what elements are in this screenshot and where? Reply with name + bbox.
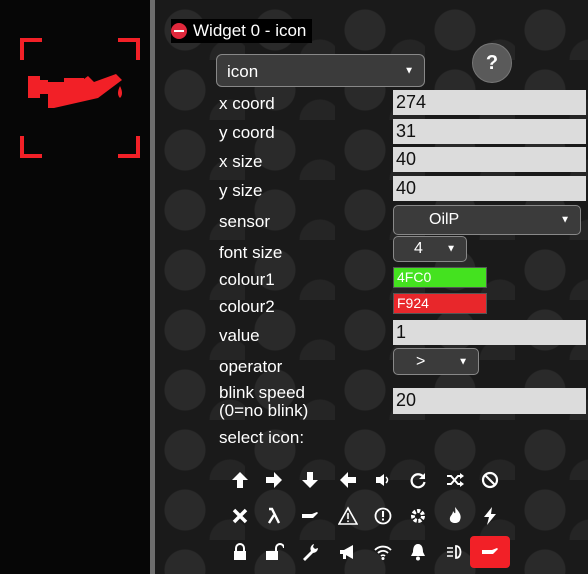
shuffle-icon[interactable] xyxy=(440,467,470,493)
chevron-down-icon: ▼ xyxy=(446,243,456,255)
arrow-down-icon[interactable] xyxy=(295,467,325,493)
x-coord-label: x coord xyxy=(219,94,275,113)
warning-icon[interactable] xyxy=(333,503,363,529)
ban-icon[interactable] xyxy=(475,467,505,493)
colour1-label: colour1 xyxy=(219,270,275,289)
widget-preview xyxy=(0,0,152,574)
chevron-down-icon: ▼ xyxy=(560,214,570,226)
exclamation-icon[interactable] xyxy=(368,503,398,529)
x-size-input[interactable]: 40 xyxy=(393,147,586,172)
arrow-right-icon[interactable] xyxy=(259,467,289,493)
fire-icon[interactable] xyxy=(440,503,470,529)
arrow-left-icon[interactable] xyxy=(333,467,363,493)
operator-value: > xyxy=(416,353,426,370)
y-size-input[interactable]: 40 xyxy=(393,176,586,201)
select-icon-label: select icon: xyxy=(219,428,305,447)
oil-can-selected-icon[interactable] xyxy=(470,536,510,568)
wrench-icon[interactable] xyxy=(295,539,325,565)
bell-icon[interactable] xyxy=(403,539,433,565)
wifi-icon[interactable] xyxy=(368,539,398,565)
value-input[interactable]: 1 xyxy=(393,320,586,345)
y-coord-label: y coord xyxy=(219,123,275,142)
unlock-icon[interactable] xyxy=(259,539,289,565)
font-size-select[interactable]: 4 ▼ xyxy=(393,236,467,262)
operator-label: operator xyxy=(219,357,283,376)
close-icon[interactable] xyxy=(225,503,255,529)
sensor-value: OilP xyxy=(429,211,460,228)
colour1-picker[interactable]: 4FC0 xyxy=(393,267,487,288)
widget-type-value: icon xyxy=(227,62,259,81)
colour2-picker[interactable]: F924 xyxy=(393,293,487,314)
lightning-icon[interactable] xyxy=(475,503,505,529)
value-label: value xyxy=(219,326,260,345)
x-coord-input[interactable]: 274 xyxy=(393,90,586,115)
x-size-label: x size xyxy=(219,152,263,171)
font-size-value: 4 xyxy=(414,240,423,257)
oil-can-preview-icon xyxy=(20,38,140,158)
widget-settings-panel: Widget 0 - icon icon ▼ ? x coord 274 y c… xyxy=(155,0,588,574)
headlight-icon[interactable] xyxy=(440,539,470,565)
chevron-down-icon: ▼ xyxy=(404,65,414,76)
lock-icon[interactable] xyxy=(225,539,255,565)
speaker-icon[interactable] xyxy=(368,467,398,493)
oil-can-icon[interactable] xyxy=(295,503,325,529)
colour2-label: colour2 xyxy=(219,297,275,316)
refresh-icon[interactable] xyxy=(403,467,433,493)
y-coord-input[interactable]: 31 xyxy=(393,119,586,144)
y-size-label: y size xyxy=(219,181,263,200)
gear-icon[interactable] xyxy=(403,503,433,529)
sensor-label: sensor xyxy=(219,212,271,231)
megaphone-icon[interactable] xyxy=(333,539,363,565)
remove-widget-icon[interactable] xyxy=(171,23,187,39)
lambda-icon[interactable] xyxy=(259,503,289,529)
help-button[interactable]: ? xyxy=(472,43,512,83)
blink-speed-hint: (0=no blink) xyxy=(219,401,309,420)
arrow-up-icon[interactable] xyxy=(225,467,255,493)
blink-speed-label: blink speed xyxy=(219,383,306,402)
sensor-select[interactable]: OilP ▼ xyxy=(393,205,581,235)
widget-type-select[interactable]: icon ▼ xyxy=(216,54,425,87)
widget-title: Widget 0 - icon xyxy=(193,21,307,40)
font-size-label: font size xyxy=(219,243,283,262)
blink-speed-input[interactable]: 20 xyxy=(393,388,586,414)
operator-select[interactable]: > ▼ xyxy=(393,348,479,375)
chevron-down-icon: ▼ xyxy=(458,356,468,367)
widget-header: Widget 0 - icon xyxy=(171,19,313,43)
